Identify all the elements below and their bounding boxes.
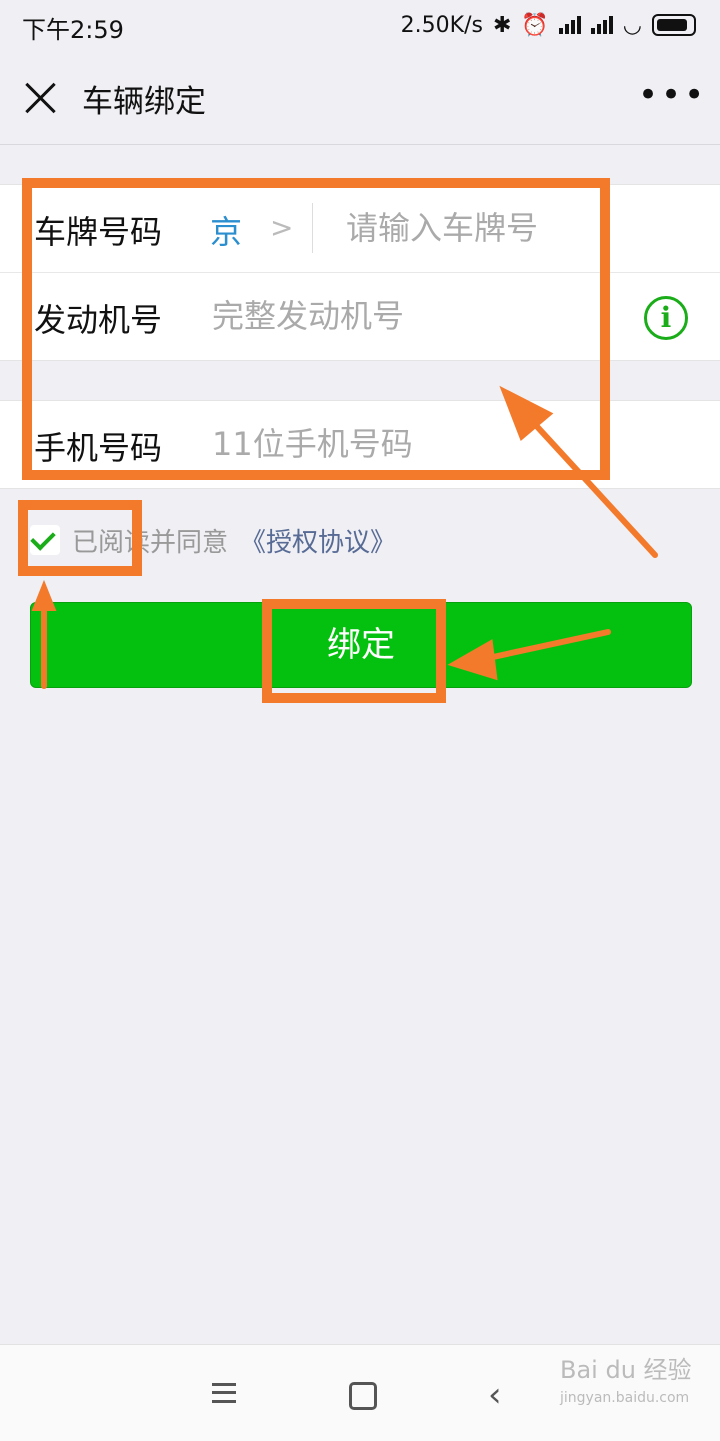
agreement-link[interactable]: 《授权协议》 [240, 522, 396, 559]
close-icon[interactable] [22, 80, 58, 116]
menu-icon[interactable] [212, 1383, 236, 1403]
signal-icon [558, 16, 581, 34]
bluetooth-icon: ✱ [492, 12, 512, 38]
watermark-brand: Bai du 经验 [560, 1356, 692, 1384]
wifi-icon: ◡ [622, 12, 642, 38]
home-icon[interactable] [349, 1382, 377, 1410]
alarm-icon: ⏰ [521, 12, 549, 38]
status-time: 下午2:59 [22, 16, 124, 44]
page-title: 车辆绑定 [82, 84, 206, 120]
watermark-url: jingyan.baidu.com [560, 1390, 690, 1406]
highlight-button-box [262, 599, 446, 703]
status-bar: 下午2:59 2.50K/s ✱ ⏰ ◡ [0, 0, 720, 52]
highlight-checkbox-box [18, 500, 142, 576]
highlight-form-box [22, 178, 610, 480]
more-icon[interactable]: ••• [638, 78, 704, 118]
watermark: Bai du 经验 jingyan.baidu.com [560, 1356, 692, 1412]
signal-2-icon [590, 16, 613, 34]
back-icon[interactable]: ‹ [488, 1375, 502, 1415]
battery-icon [652, 14, 696, 36]
info-icon[interactable]: i [644, 296, 688, 340]
top-navigation: 车辆绑定 ••• [0, 52, 720, 145]
network-speed: 2.50K/s [400, 12, 483, 38]
status-icons: 2.50K/s ✱ ⏰ ◡ [401, 8, 696, 42]
